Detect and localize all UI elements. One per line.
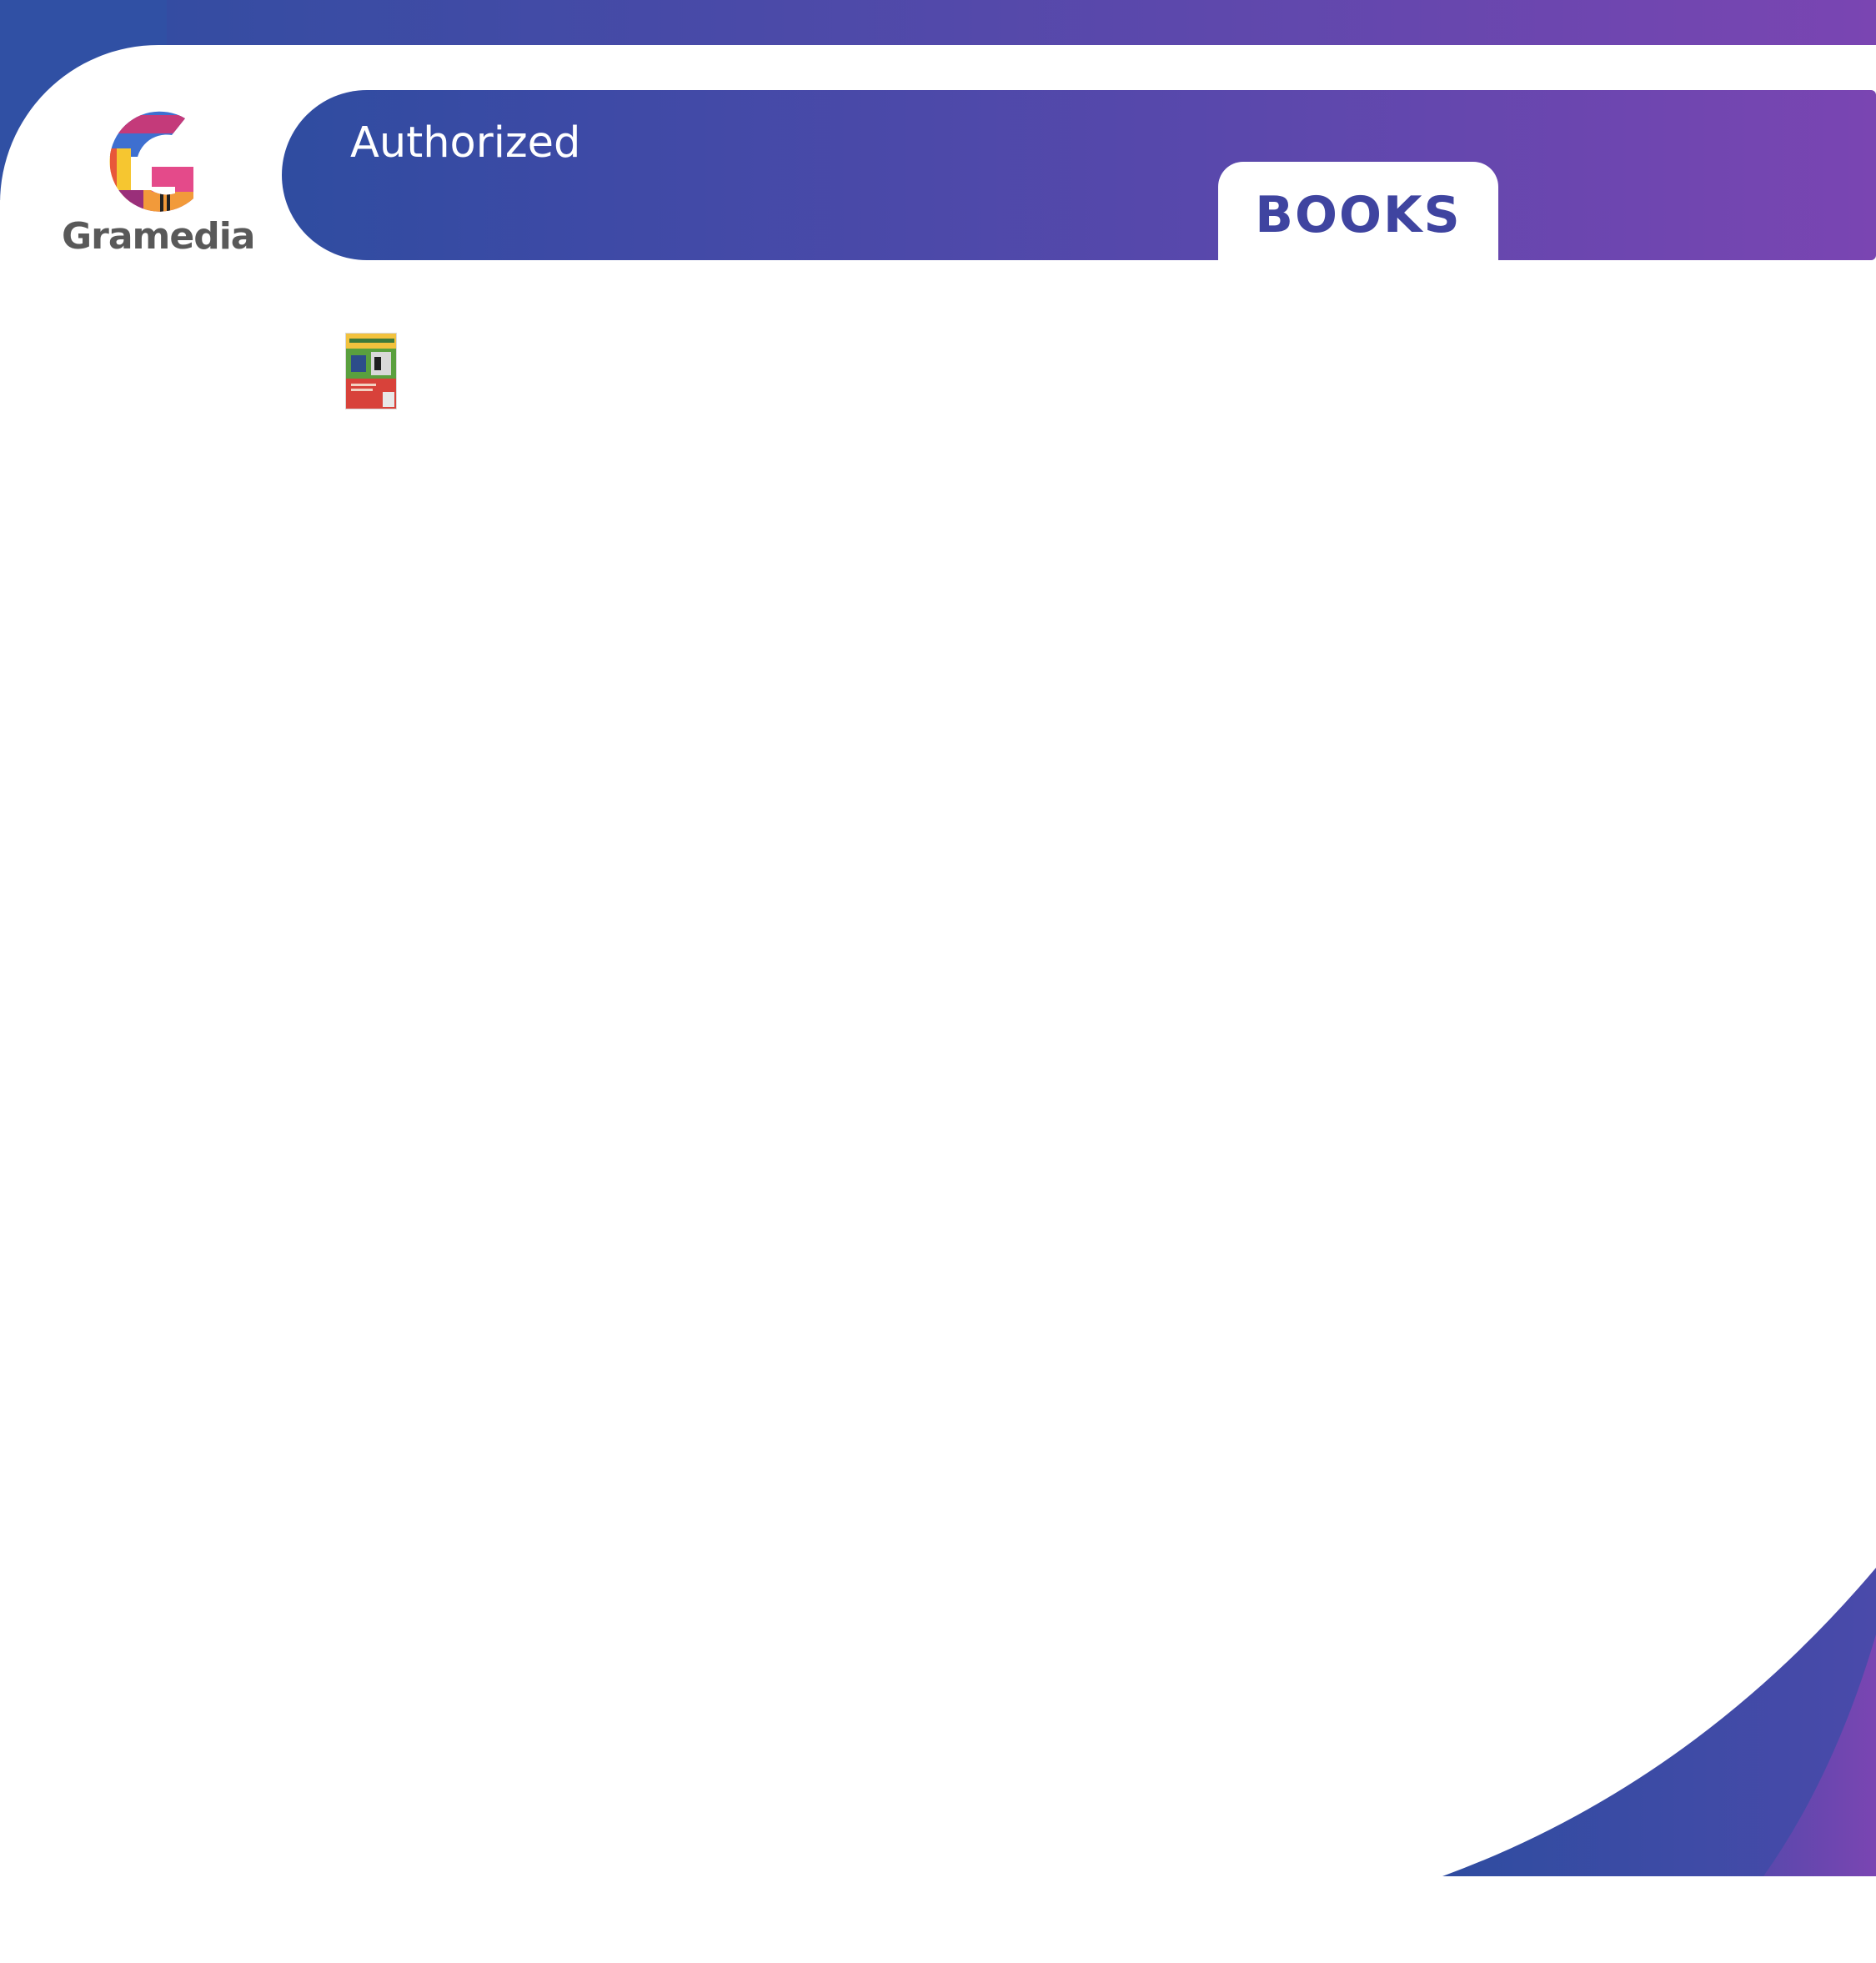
book-cover-thumbnail[interactable] [345, 333, 397, 409]
book-cover-art [346, 334, 396, 409]
header-banner [282, 90, 1876, 260]
authorized-label: Authorized [350, 118, 581, 168]
tab-books[interactable]: BOOKS [1218, 162, 1498, 262]
bottom-right-swoosh [1442, 1568, 1876, 1876]
gramedia-wordmark[interactable]: Gramedia [62, 215, 255, 258]
tab-books-label: BOOKS [1255, 186, 1462, 244]
